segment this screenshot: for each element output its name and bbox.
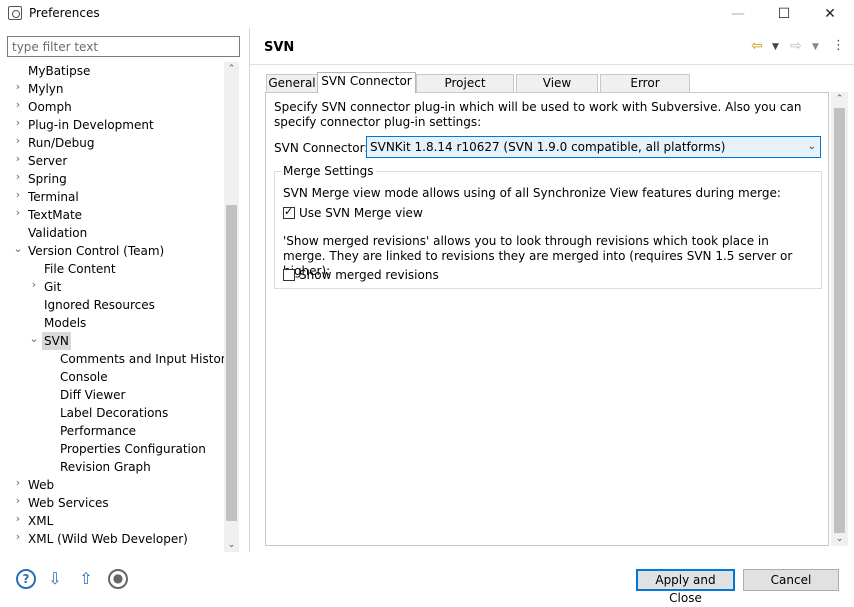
tab-content: Specify SVN connector plug-in which will… — [265, 92, 829, 546]
tree-item-web-services[interactable]: Web Services — [28, 494, 109, 512]
svn-connector-label: SVN Connector: — [274, 141, 369, 155]
chevron-right-icon[interactable]: › — [13, 134, 23, 152]
scroll-down-icon[interactable]: ⌄ — [831, 532, 848, 546]
tree-item-version-control-team[interactable]: Version Control (Team) — [28, 242, 164, 260]
tab-view-settings[interactable]: View Settings — [516, 74, 598, 107]
tree-item-oomph[interactable]: Oomph — [28, 98, 72, 116]
tab-general[interactable]: General — [266, 74, 318, 92]
preferences-tree: MyBatipse › Mylyn › Oomph › Plug-in Developmen… — [0, 62, 224, 552]
window-title: Preferences — [29, 6, 100, 20]
svn-connector-value: SVNKit 1.8.14 r10627 (SVN 1.9.0 compatib… — [370, 140, 726, 154]
connector-description: Specify SVN connector plug-in which will… — [274, 100, 802, 129]
merge-settings-group: Merge Settings SVN Merge view mode allow… — [274, 164, 822, 289]
tree-item-spring[interactable]: Spring — [28, 170, 67, 188]
chevron-right-icon[interactable]: › — [29, 278, 39, 296]
forward-dropdown-icon[interactable]: ▼ — [812, 42, 819, 52]
maximize-button[interactable]: ☐ — [761, 0, 807, 28]
tree-item-console[interactable]: Console — [60, 368, 108, 386]
chevron-down-icon[interactable]: ⌄ — [29, 332, 39, 350]
tree-item-plug-in-development[interactable]: Plug-in Development — [28, 116, 154, 134]
tree-item-mylyn[interactable]: Mylyn — [28, 80, 64, 98]
tree-item-xml[interactable]: XML — [28, 512, 53, 530]
show-merged-revisions-label[interactable]: Show merged revisions — [299, 268, 439, 282]
chevron-down-icon: ⌄ — [807, 141, 816, 152]
title-bar: Preferences — ☐ ✕ — [0, 0, 854, 28]
scroll-up-icon[interactable]: ⌃ — [831, 92, 848, 106]
scroll-up-icon[interactable]: ⌃ — [224, 62, 239, 76]
close-button[interactable]: ✕ — [807, 0, 853, 28]
tree-scrollbar[interactable]: ⌃ ⌄ — [224, 62, 239, 552]
chevron-right-icon[interactable]: › — [13, 152, 23, 170]
chevron-right-icon[interactable]: › — [13, 512, 23, 530]
tree-item-diff-viewer[interactable]: Diff Viewer — [60, 386, 125, 404]
tree-item-performance[interactable]: Performance — [60, 422, 136, 440]
tree-item-ignored-resources[interactable]: Ignored Resources — [44, 296, 155, 314]
merge-settings-title: Merge Settings — [281, 164, 376, 178]
page-scrollbar[interactable]: ⌃ ⌄ — [831, 92, 848, 546]
apply-and-close-button[interactable]: Apply and Close — [636, 569, 735, 605]
tree-item-validation[interactable]: Validation — [28, 224, 87, 242]
back-arrow-icon[interactable]: ⇦ — [751, 38, 763, 54]
tree-item-terminal[interactable]: Terminal — [28, 188, 79, 206]
page-title: SVN — [264, 40, 295, 55]
chevron-right-icon[interactable]: › — [13, 98, 23, 116]
back-dropdown-icon[interactable]: ▼ — [772, 42, 779, 52]
tree-item-comments-and-input-history[interactable]: Comments and Input History — [60, 350, 224, 368]
record-icon[interactable]: ● — [108, 569, 128, 589]
use-merge-view-checkbox[interactable] — [283, 205, 295, 219]
chevron-right-icon[interactable]: › — [13, 116, 23, 134]
minimize-button[interactable]: — — [715, 0, 761, 28]
chevron-right-icon[interactable]: › — [13, 494, 23, 512]
tab-project-structure[interactable]: Project structure — [416, 74, 514, 107]
preferences-navigation-pane: MyBatipse › Mylyn › Oomph › Plug-in Developmen… — [0, 28, 249, 552]
tab-svn-connector[interactable]: SVN Connector — [317, 72, 416, 93]
chevron-right-icon[interactable]: › — [13, 476, 23, 494]
dialog-footer: ? ⇩ ⇧ ● Apply and Close Cancel — [0, 552, 854, 605]
preference-page: SVN ⇦ ▼ ⇨ ▼ ⋮ General SVN Connector Proj… — [250, 28, 854, 552]
header-separator — [250, 64, 854, 65]
tab-error-reporting[interactable]: Error Reporting — [600, 74, 690, 107]
tree-item-svn[interactable]: SVN — [42, 332, 71, 350]
tree-item-textmate[interactable]: TextMate — [28, 206, 82, 224]
eclipse-app-icon — [8, 6, 22, 20]
tree-item-file-content[interactable]: File Content — [44, 260, 116, 278]
tree-item-git[interactable]: Git — [44, 278, 61, 296]
use-merge-view-label[interactable]: Use SVN Merge view — [299, 206, 423, 220]
view-menu-icon[interactable]: ⋮ — [832, 38, 845, 53]
tree-item-xml-wild-web-developer[interactable]: XML (Wild Web Developer) — [28, 530, 188, 548]
chevron-right-icon[interactable]: › — [13, 80, 23, 98]
merge-view-description: SVN Merge view mode allows using of all … — [283, 186, 781, 200]
help-icon[interactable]: ? — [16, 569, 36, 589]
chevron-right-icon[interactable]: › — [13, 530, 23, 548]
tree-item-server[interactable]: Server — [28, 152, 67, 170]
svn-connector-select[interactable]: SVNKit 1.8.14 r10627 (SVN 1.9.0 compatib… — [366, 136, 821, 158]
tree-item-properties-configuration[interactable]: Properties Configuration — [60, 440, 206, 458]
tree-item-run-debug[interactable]: Run/Debug — [28, 134, 95, 152]
chevron-right-icon[interactable]: › — [13, 188, 23, 206]
tree-item-mybatipse[interactable]: MyBatipse — [28, 62, 90, 80]
tree-item-models[interactable]: Models — [44, 314, 86, 332]
chevron-down-icon[interactable]: ⌄ — [13, 242, 23, 260]
show-merged-revisions-checkbox[interactable] — [283, 269, 295, 281]
chevron-right-icon[interactable]: › — [13, 206, 23, 224]
tree-item-web[interactable]: Web — [28, 476, 54, 494]
page-scrollbar-thumb[interactable] — [834, 108, 845, 533]
tree-item-label-decorations[interactable]: Label Decorations — [60, 404, 168, 422]
scroll-down-icon[interactable]: ⌄ — [224, 538, 239, 552]
cancel-button[interactable]: Cancel — [743, 569, 839, 591]
forward-arrow-icon[interactable]: ⇨ — [790, 38, 802, 54]
export-icon[interactable]: ⇧ — [76, 569, 96, 589]
filter-input[interactable] — [7, 36, 240, 57]
chevron-right-icon[interactable]: › — [13, 170, 23, 188]
tree-scrollbar-thumb[interactable] — [226, 205, 237, 521]
tree-item-revision-graph[interactable]: Revision Graph — [60, 458, 151, 476]
import-icon[interactable]: ⇩ — [45, 569, 65, 589]
